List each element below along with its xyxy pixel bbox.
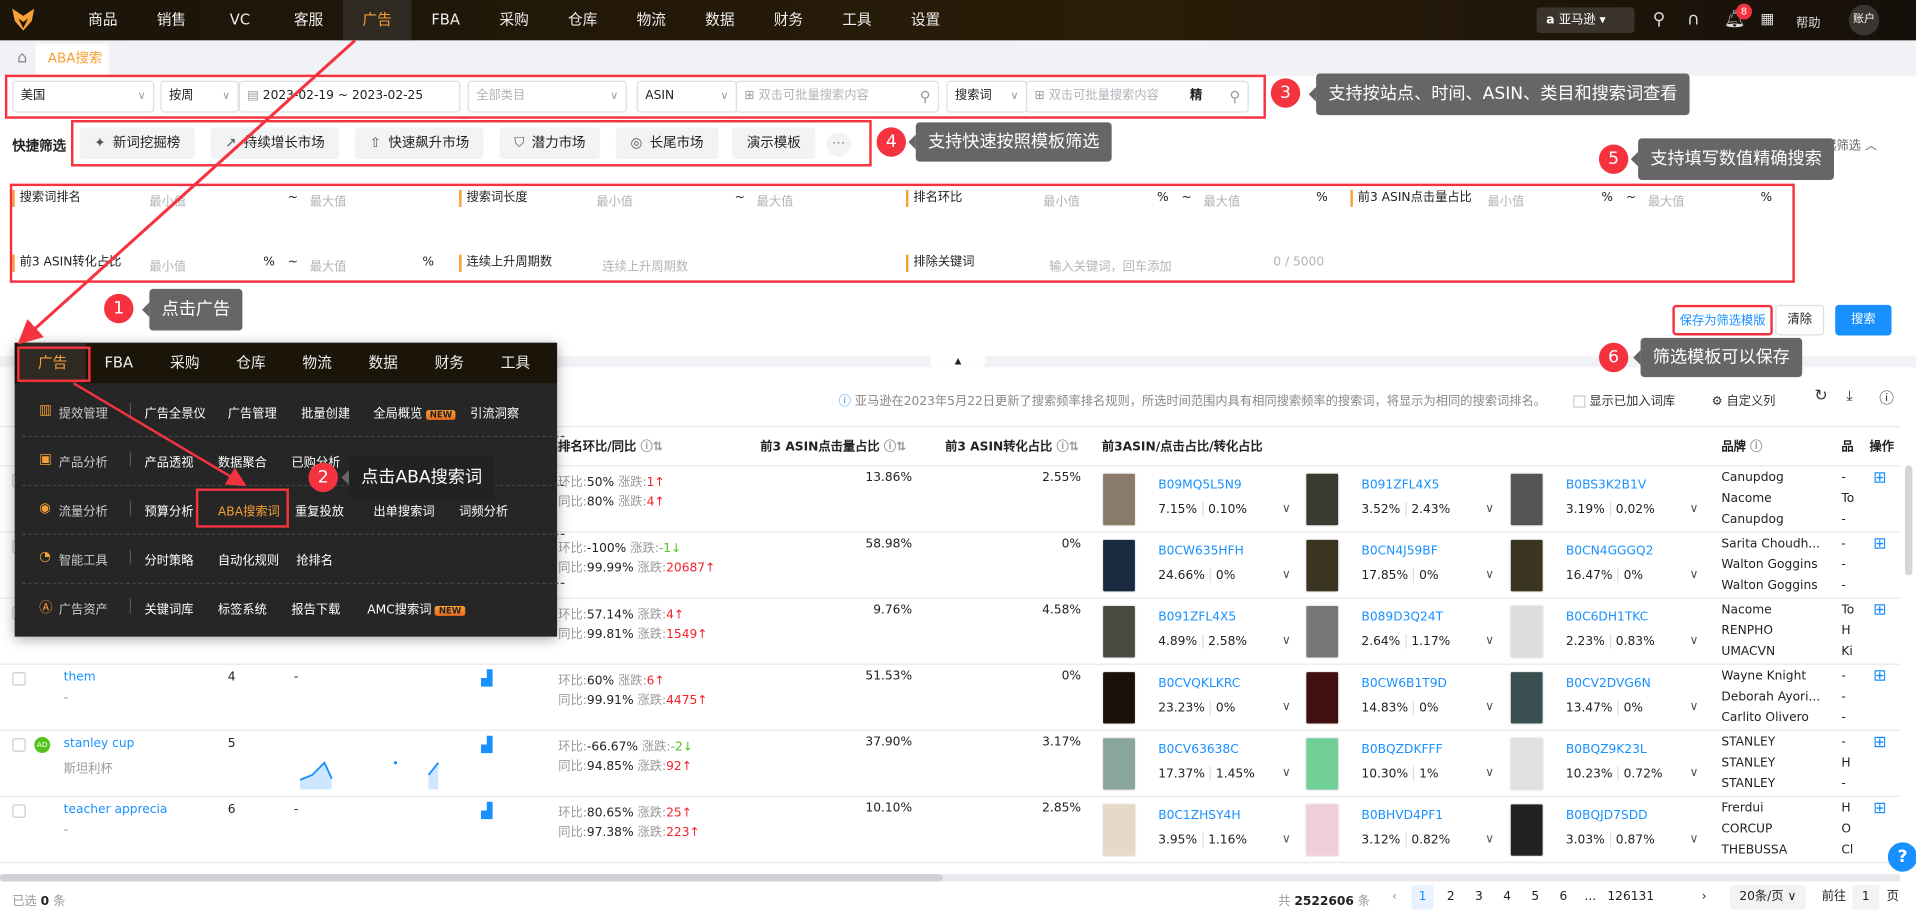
step-badge-2: 2 [308,462,338,493]
tooltip-step-3: 支持按站点、时间、ASIN、类目和搜索词查看 [1308,73,1690,116]
step-badge-4: 4 [876,127,906,157]
arrow-2 [72,382,247,487]
step-badge-6: 6 [1598,342,1629,373]
tooltip-step-5: 支持填写数值精确搜索 [1630,138,1835,180]
tooltip-step-4: 支持快速按照模板筛选 [908,122,1112,162]
tooltip-step-1: 点击广告 [142,288,243,331]
tooltip-step-6: 筛选模板可以保存 [1633,337,1803,378]
step-badge-3: 3 [1270,78,1301,108]
step-badge-1: 1 [104,293,134,324]
tooltip-step-2: 点击ABA搜索词 [341,455,495,500]
step-badge-5: 5 [1598,144,1629,174]
